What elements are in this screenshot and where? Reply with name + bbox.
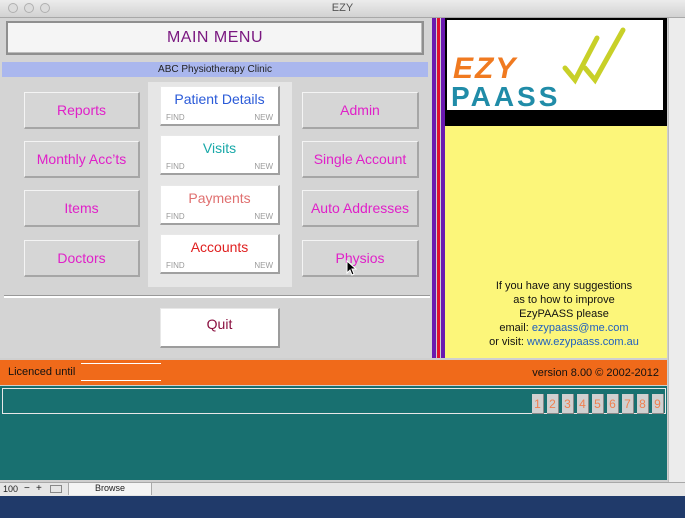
- license-date-field[interactable]: [81, 363, 161, 381]
- zoom-in-icon[interactable]: +: [36, 483, 42, 494]
- status-bar: 100 − + Browse: [0, 482, 685, 496]
- logo-paass-text: PAASS: [451, 81, 560, 110]
- zoom-out-icon[interactable]: −: [24, 483, 30, 494]
- payments-new[interactable]: NEW: [254, 212, 273, 221]
- doctors-button[interactable]: Doctors: [24, 240, 140, 277]
- suggestion-line-3: EzyPAASS please: [519, 308, 609, 320]
- visits-button[interactable]: Visits FIND NEW: [160, 135, 280, 175]
- email-line: email: ezypaass@me.com: [459, 321, 669, 335]
- accounts-new[interactable]: NEW: [254, 261, 273, 270]
- accounts-find[interactable]: FIND: [166, 261, 185, 270]
- patient-details-find[interactable]: FIND: [166, 113, 185, 122]
- view-toggle-icon[interactable]: [50, 485, 62, 493]
- auto-addresses-button[interactable]: Auto Addresses: [302, 190, 419, 227]
- license-label: Licenced until: [8, 366, 76, 378]
- mouse-cursor-icon: [346, 260, 358, 276]
- page-tab-3[interactable]: 3: [562, 394, 574, 414]
- admin-button[interactable]: Admin: [302, 92, 419, 129]
- divider-stripe-purple: [432, 18, 436, 358]
- reports-button[interactable]: Reports: [24, 92, 140, 129]
- page-tabs-area: 1 2 3 4 5 6 7 8 9: [0, 386, 667, 480]
- payments-label: Payments: [188, 190, 251, 206]
- window-titlebar: EZY: [0, 0, 685, 18]
- minimize-window-button[interactable]: [24, 3, 34, 13]
- main-menu-title: MAIN MENU: [6, 21, 424, 55]
- main-menu-panel: MAIN MENU ABC Physiotherapy Clinic Repor…: [0, 18, 432, 358]
- quit-button[interactable]: Quit: [160, 308, 280, 348]
- patient-details-button[interactable]: Patient Details FIND NEW: [160, 86, 280, 126]
- page-tab-2[interactable]: 2: [547, 394, 559, 414]
- single-account-button[interactable]: Single Account: [302, 141, 419, 178]
- physios-button[interactable]: Physios: [302, 240, 419, 277]
- accounts-button[interactable]: Accounts FIND NEW: [160, 234, 280, 274]
- info-panel: EZY PAASS If you have any suggestions as…: [445, 18, 667, 358]
- license-bar: Licenced until version 8.00 © 2002-2012: [0, 360, 667, 385]
- page-tab-4[interactable]: 4: [577, 394, 589, 414]
- logo-graphic-icon: EZY PAASS: [451, 27, 626, 112]
- email-link[interactable]: ezypaass@me.com: [532, 322, 629, 334]
- ezypaass-logo: EZY PAASS: [447, 20, 663, 112]
- suggestion-line-1: If you have any suggestions: [495, 280, 633, 292]
- divider-stripe-red: [437, 18, 440, 358]
- zoom-window-button[interactable]: [40, 3, 50, 13]
- patient-details-new[interactable]: NEW: [254, 113, 273, 122]
- app-content: MAIN MENU ABC Physiotherapy Clinic Repor…: [0, 18, 685, 482]
- items-button[interactable]: Items: [24, 190, 140, 227]
- page-tab-5[interactable]: 5: [592, 394, 604, 414]
- window-title: EZY: [331, 2, 354, 14]
- version-text: version 8.00 © 2002-2012: [532, 367, 659, 379]
- close-window-button[interactable]: [8, 3, 18, 13]
- suggestion-line-2: as to how to improve: [513, 294, 615, 306]
- vertical-scrollbar[interactable]: [668, 18, 685, 482]
- website-link[interactable]: www.ezypaass.com.au: [527, 336, 639, 348]
- suggestion-text: If you have any suggestions as to how to…: [459, 279, 669, 349]
- record-buttons-group: Patient Details FIND NEW Visits FIND NEW…: [148, 82, 292, 287]
- payments-find[interactable]: FIND: [166, 212, 185, 221]
- page-tab-1[interactable]: 1: [532, 394, 544, 414]
- visit-label: or visit:: [489, 336, 524, 348]
- visits-find[interactable]: FIND: [166, 162, 185, 171]
- zoom-level[interactable]: 100: [3, 484, 18, 494]
- patient-details-label: Patient Details: [174, 91, 265, 107]
- mode-indicator[interactable]: Browse: [68, 483, 152, 495]
- page-tab-7[interactable]: 7: [622, 394, 634, 414]
- page-tabs-strip: 1 2 3 4 5 6 7 8 9: [2, 388, 666, 414]
- page-tab-6[interactable]: 6: [607, 394, 619, 414]
- website-line: or visit: www.ezypaass.com.au: [459, 335, 669, 349]
- desktop-background: [0, 496, 685, 518]
- page-tab-8[interactable]: 8: [637, 394, 649, 414]
- payments-button[interactable]: Payments FIND NEW: [160, 185, 280, 225]
- monthly-accounts-button[interactable]: Monthly Acc’ts: [24, 141, 140, 178]
- email-label: email:: [499, 322, 529, 334]
- menu-divider: [4, 295, 430, 298]
- accounts-label: Accounts: [190, 239, 249, 255]
- logo-frame: EZY PAASS: [445, 18, 667, 126]
- visits-new[interactable]: NEW: [254, 162, 273, 171]
- page-tab-9[interactable]: 9: [652, 394, 664, 414]
- visits-label: Visits: [202, 140, 237, 156]
- clinic-name-bar: ABC Physiotherapy Clinic: [2, 62, 428, 77]
